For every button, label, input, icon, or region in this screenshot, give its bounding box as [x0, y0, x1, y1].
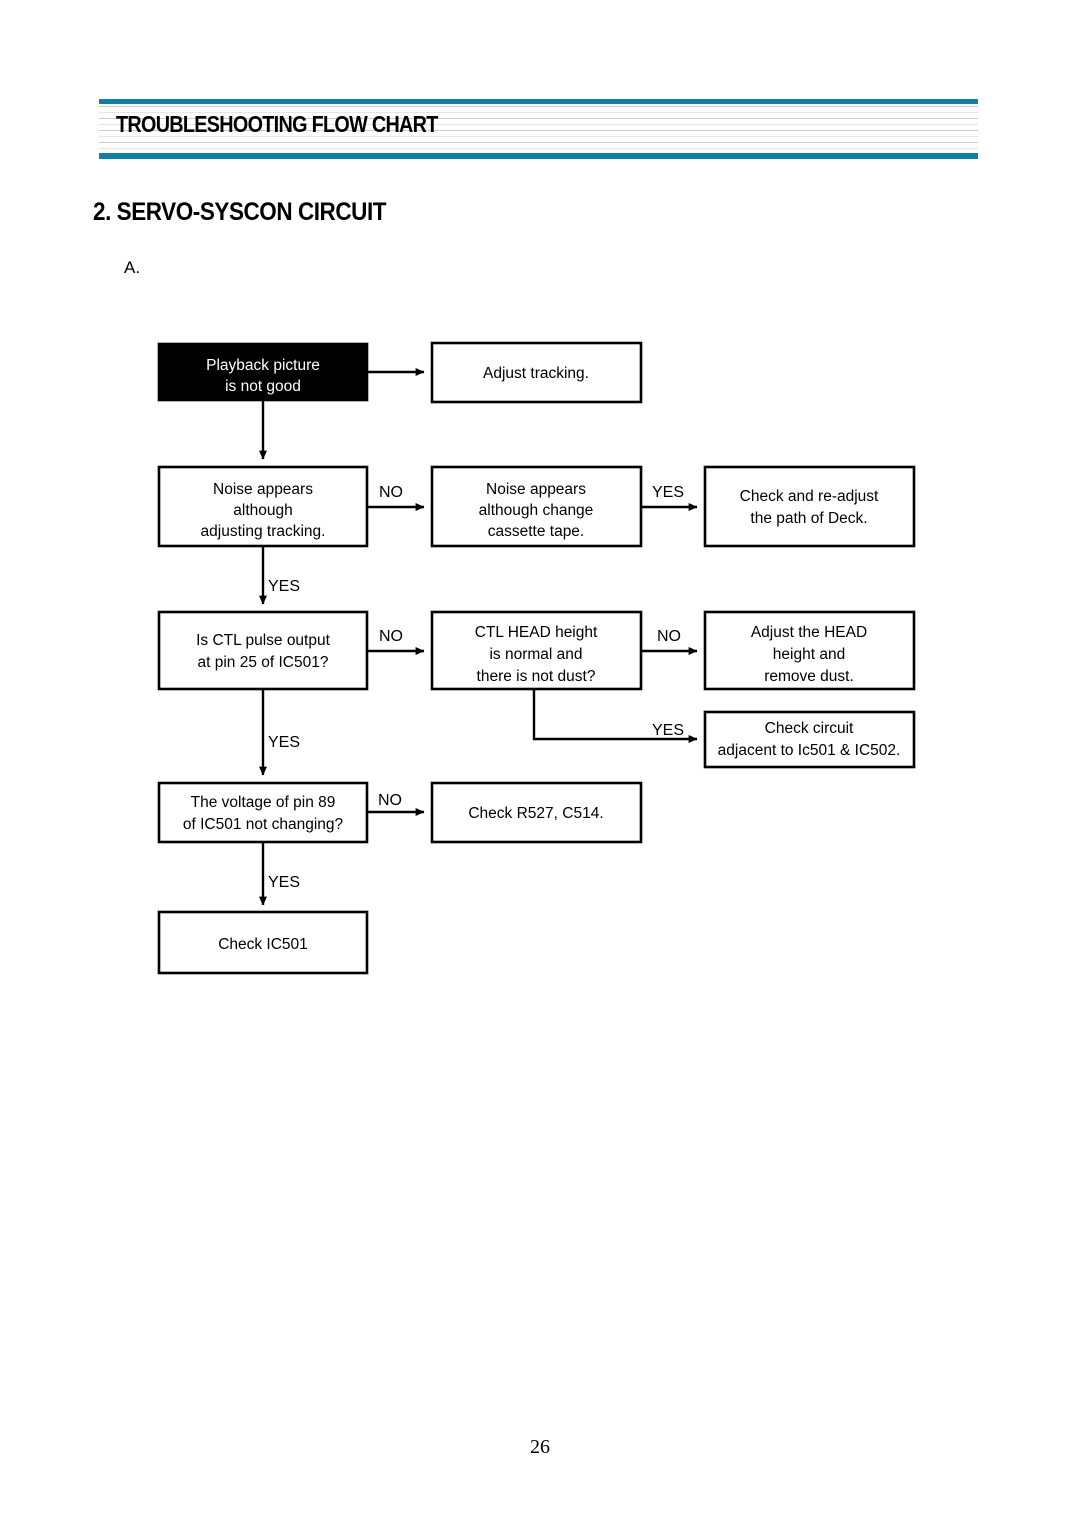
edge-label-no: NO: [657, 628, 681, 645]
flow-node-label: height and: [773, 646, 845, 663]
flow-node-label: is normal and: [489, 646, 582, 663]
flow-node-label: is not good: [225, 378, 301, 395]
flow-node-ctl-pulse-output: Is CTL pulse output at pin 25 of IC501?: [157, 610, 369, 691]
flow-node-label: Check IC501: [218, 936, 308, 953]
flow-node-adjust-head-remove-dust: Adjust the HEAD height and remove dust.: [703, 610, 916, 691]
flow-node-label: the path of Deck.: [750, 510, 867, 527]
flow-node-label: Check and re-adjust: [740, 488, 879, 505]
flow-node-noise-adjusting-tracking: Noise appears although adjusting trackin…: [157, 465, 369, 548]
flow-node-playback-picture: Playback picture is not good: [157, 342, 369, 402]
troubleshooting-flowchart: Playback picture is not good Adjust trac…: [157, 341, 916, 975]
flow-node-noise-change-cassette: Noise appears although change cassette t…: [430, 465, 643, 548]
flow-node-label: at pin 25 of IC501?: [198, 654, 329, 671]
flow-node-label: although: [233, 502, 292, 519]
flow-node-label: adjusting tracking.: [201, 523, 326, 540]
flow-node-label: there is not dust?: [477, 668, 596, 685]
flow-node-label: although change: [479, 502, 594, 519]
flow-node-check-deck-path: Check and re-adjust the path of Deck.: [703, 465, 916, 548]
flow-node-check-r527-c514: Check R527, C514.: [430, 781, 643, 844]
flow-node-label: Adjust the HEAD: [751, 624, 867, 641]
flow-node-label: adjacent to Ic501 & IC502.: [718, 742, 901, 759]
flow-node-label: The voltage of pin 89: [191, 794, 336, 811]
flow-node-ctl-head-height: CTL HEAD height is normal and there is n…: [430, 610, 643, 691]
flow-node-adjust-tracking: Adjust tracking.: [430, 341, 643, 404]
flow-node-label: Noise appears: [213, 481, 313, 498]
flow-node-label: Noise appears: [486, 481, 586, 498]
flow-node-voltage-pin-89: The voltage of pin 89 of IC501 not chang…: [157, 781, 369, 844]
flow-node-label: Playback picture: [206, 357, 320, 374]
edge-label-yes: YES: [652, 722, 684, 739]
flow-node-label: of IC501 not changing?: [183, 816, 344, 833]
flow-node-label: Is CTL pulse output: [196, 632, 331, 649]
flow-node-check-ic501: Check IC501: [157, 910, 369, 975]
flow-node-label: Check circuit: [765, 720, 854, 737]
flow-node-label: Adjust tracking.: [483, 365, 589, 382]
flow-node-check-circuit-adjacent: Check circuit adjacent to Ic501 & IC502.: [703, 710, 916, 769]
flow-node-label: CTL HEAD height: [475, 624, 598, 641]
flow-node-label: remove dust.: [764, 668, 854, 685]
edge-label-no: NO: [379, 628, 403, 645]
edge-label-no: NO: [379, 484, 403, 501]
flow-node-label: cassette tape.: [488, 523, 585, 540]
edge-label-no: NO: [378, 792, 402, 809]
edge-label-yes: YES: [268, 874, 300, 891]
page-number: 26: [530, 1436, 550, 1458]
edge-label-yes: YES: [268, 578, 300, 595]
flow-node-label: Check R527, C514.: [468, 805, 603, 822]
edge-label-yes: YES: [652, 484, 684, 501]
edge-label-yes: YES: [268, 734, 300, 751]
